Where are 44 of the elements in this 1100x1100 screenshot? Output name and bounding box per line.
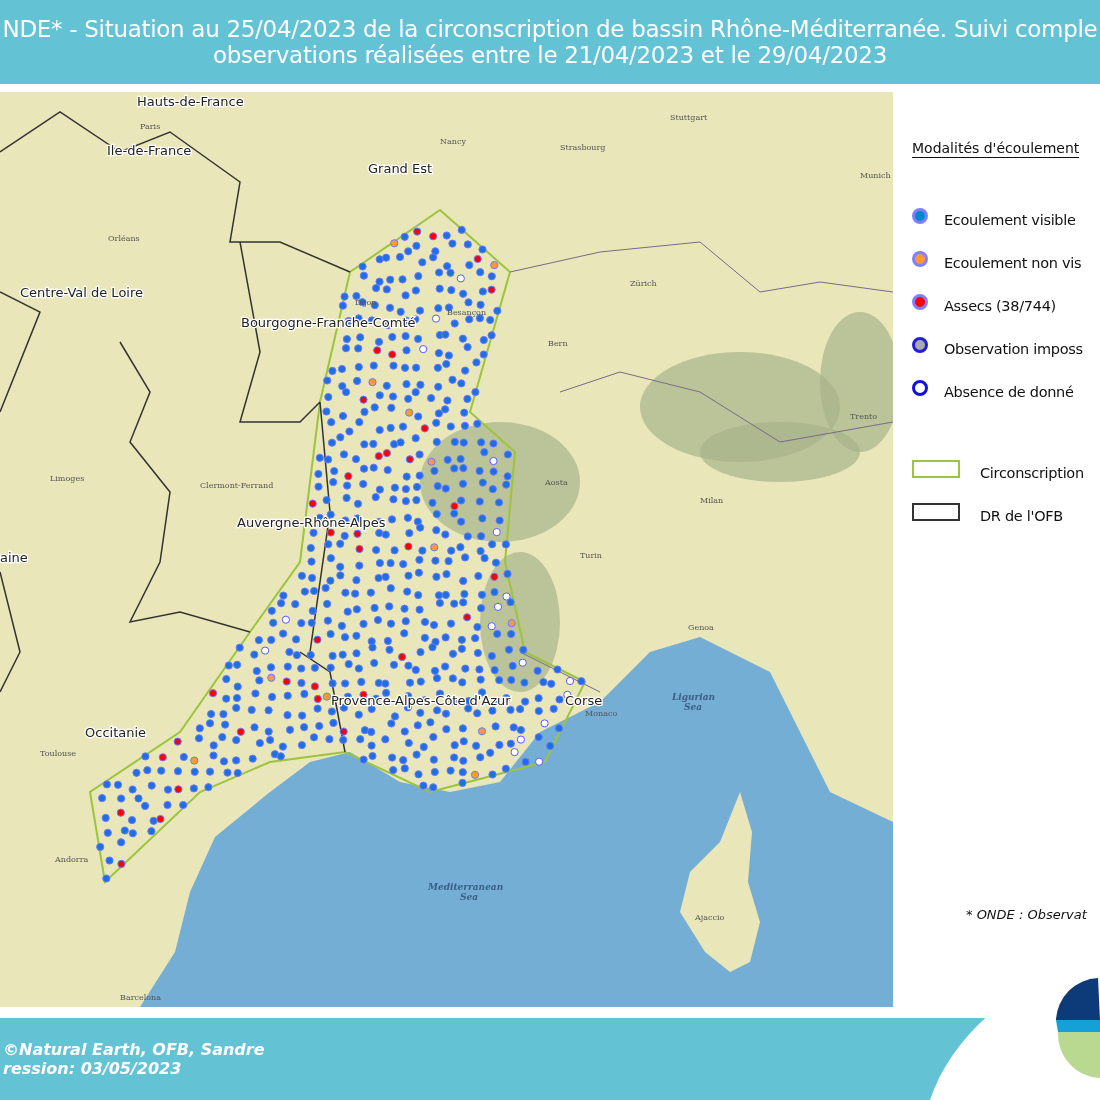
city-label: Strasbourg xyxy=(560,143,606,152)
city-label: Stuttgart xyxy=(670,113,708,122)
city-label: Nancy xyxy=(440,137,466,146)
city-label: Clermont-Ferrand xyxy=(200,481,274,490)
city-label: Milan xyxy=(700,496,724,505)
city-label: Besançon xyxy=(447,308,487,317)
city-label: Bern xyxy=(548,339,568,348)
legend-label: Observation imposs xyxy=(944,340,1083,357)
legend-label: Ecoulement non vis xyxy=(944,254,1082,271)
city-label: Limoges xyxy=(50,474,85,483)
city-label: Turin xyxy=(580,551,603,560)
region-label: Ile-de-France xyxy=(107,143,192,158)
region-label: Centre-Val de Loire xyxy=(20,285,143,300)
city-label: Dijon xyxy=(355,298,377,307)
credit-text: ©Natural Earth, OFB, Sandre xyxy=(3,1040,265,1059)
region-label: aine xyxy=(0,550,28,565)
city-label: Monaco xyxy=(585,709,618,718)
legend-label: Ecoulement visible xyxy=(944,211,1076,228)
region-label: Grand Est xyxy=(368,161,433,176)
city-label: Zürich xyxy=(630,279,657,288)
legend-title: Modalités d'écoulement xyxy=(912,140,1080,158)
sea-label: Sea xyxy=(460,892,479,902)
sea-label: Mediterranean xyxy=(428,882,504,892)
city-label: Paris xyxy=(140,122,161,131)
legend-label: Assecs (38/744) xyxy=(944,297,1056,314)
city-label: Andorra xyxy=(55,855,89,864)
region-label: Occitanie xyxy=(85,725,147,740)
city-label: Genoa xyxy=(688,623,714,632)
legend-label: DR de l'OFB xyxy=(980,507,1063,524)
legend-label: Absence de donné xyxy=(944,383,1074,400)
sea-label: Ligurian xyxy=(672,692,716,702)
city-label: Trento xyxy=(850,412,878,421)
title-text: observations réalisées entre le 21/04/2023 et le 29/04/2023 xyxy=(213,42,887,68)
credit-text: ression: 03/05/2023 xyxy=(3,1059,183,1078)
city-label: Orléans xyxy=(108,234,140,243)
title-text: NDE* - Situation au 25/04/2023 de la circonscription de bassin Rhône-Méditerranée. Suivi comple xyxy=(2,16,1098,42)
legend-label: Circonscription xyxy=(980,464,1084,481)
city-label: Aosta xyxy=(545,478,568,487)
sea-label: Sea xyxy=(684,702,703,712)
city-label: Ajaccio xyxy=(695,913,725,922)
footnote: * ONDE : Observat xyxy=(966,907,1088,922)
region-label: Hauts-de-France xyxy=(137,94,244,109)
city-label: Toulouse xyxy=(40,749,77,758)
city-label: Munich xyxy=(860,171,891,180)
